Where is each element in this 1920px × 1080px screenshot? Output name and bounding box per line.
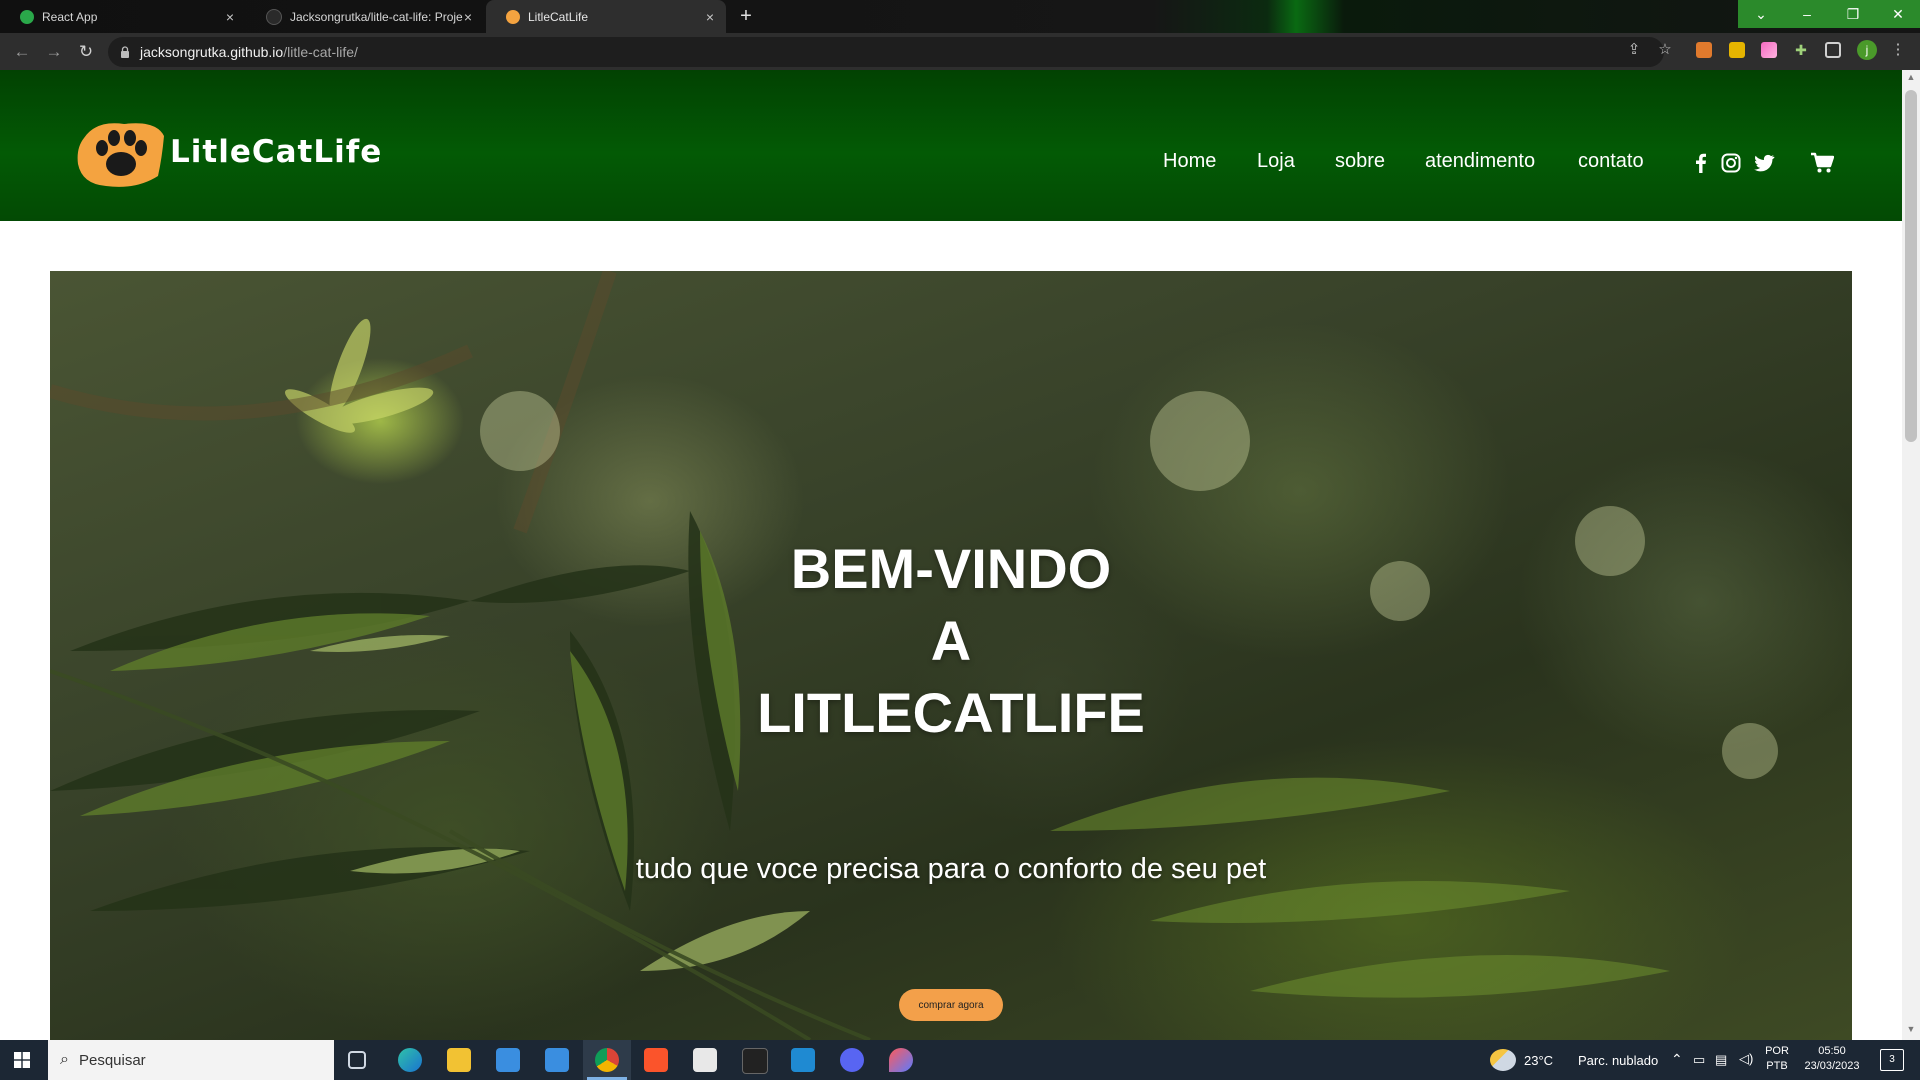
paw-logo-icon[interactable] [76, 118, 166, 190]
discord-icon[interactable] [840, 1048, 864, 1072]
terminal-app-icon[interactable] [693, 1048, 717, 1072]
windows-taskbar: ⌕ Pesquisar 23°C Parc. nublado ⌃ ▭ ▤ ◁) … [0, 1040, 1920, 1080]
hero-title-line: BEM-VINDO [790, 537, 1112, 600]
github-favicon-icon [266, 8, 282, 25]
tab-litlecatlife[interactable]: LitleCatLife × [486, 0, 726, 33]
microsoft-store-icon[interactable] [496, 1048, 520, 1072]
site-header: LitleCatLife Home Loja sobre atendimento… [0, 70, 1902, 221]
close-tab-icon[interactable]: × [226, 9, 234, 25]
input-language[interactable]: POR PTB [1762, 1045, 1792, 1072]
windows-start-icon[interactable] [14, 1052, 30, 1068]
tab-search-button[interactable]: ⌄ [1738, 0, 1784, 28]
clock-date: 23/03/2023 [1804, 1060, 1860, 1072]
cart-icon[interactable] [1810, 152, 1834, 174]
tab-label: Jacksongrutka/litle-cat-life: Proje [290, 9, 463, 24]
new-tab-button[interactable]: + [734, 5, 758, 29]
tray-device-icon[interactable]: ▭ [1693, 1052, 1705, 1068]
close-tab-icon[interactable]: × [464, 9, 472, 25]
taskbar-search-box[interactable]: ⌕ Pesquisar [48, 1040, 334, 1080]
drop-app-icon[interactable] [889, 1048, 913, 1072]
page-viewport: LitleCatLife Home Loja sobre atendimento… [0, 70, 1902, 1040]
tray-chevron-up-icon[interactable]: ⌃ [1671, 1051, 1683, 1068]
clock-time: 05:50 [1818, 1045, 1846, 1057]
tab-label: LitleCatLife [528, 9, 589, 24]
side-panel-icon[interactable] [1825, 42, 1841, 58]
nav-atendimento[interactable]: atendimento [1425, 150, 1535, 173]
forward-arrow-icon[interactable]: → [42, 40, 66, 64]
language-line: PTB [1766, 1060, 1788, 1072]
react-app-favicon-icon [20, 9, 34, 24]
notification-center-icon[interactable]: 3 [1880, 1049, 1904, 1071]
hero-title-line: LITLECATLIFE [757, 681, 1145, 744]
share-icon[interactable]: ⇪ [1624, 40, 1644, 60]
url-host: jacksongrutka.github.io [140, 44, 284, 60]
instagram-icon[interactable] [1720, 152, 1742, 174]
minimize-button[interactable]: – [1784, 0, 1830, 28]
scroll-down-arrow-icon[interactable]: ▼ [1905, 1024, 1917, 1038]
weather-cloud-sun-icon[interactable] [1490, 1049, 1516, 1071]
weather-temp[interactable]: 23°C [1524, 1053, 1553, 1068]
brand-name[interactable]: LitleCatLife [170, 134, 382, 170]
hero-title: BEM-VINDO A LITLECATLIFE [50, 533, 1852, 749]
mail-icon[interactable] [545, 1048, 569, 1072]
edge-browser-icon[interactable] [398, 1048, 422, 1072]
hero-subtitle: tudo que voce precisa para o conforto de… [635, 853, 1267, 885]
language-line: POR [1765, 1045, 1789, 1057]
extension-icon[interactable] [1729, 42, 1745, 58]
url-path: /litle-cat-life/ [283, 44, 358, 60]
nav-contato[interactable]: contato [1578, 150, 1644, 173]
tab-strip: React App × Jacksongrutka/litle-cat-life… [0, 0, 1920, 33]
facebook-icon[interactable] [1690, 152, 1712, 174]
search-placeholder: Pesquisar [78, 1051, 146, 1069]
reload-icon[interactable]: ↻ [74, 40, 98, 64]
address-bar[interactable]: jacksongrutka.github.io /litle-cat-life/ [108, 37, 1664, 67]
menu-kebab-icon[interactable]: ⋮ [1888, 40, 1908, 60]
puzzle-extensions-icon[interactable]: ✚ [1793, 42, 1809, 58]
chrome-icon[interactable] [595, 1048, 619, 1072]
profile-avatar[interactable]: j [1857, 40, 1877, 60]
buy-now-button[interactable]: comprar agora [899, 989, 1003, 1021]
volume-icon[interactable]: ◁) [1739, 1051, 1753, 1067]
extension-icon[interactable] [1761, 42, 1777, 58]
back-arrow-icon[interactable]: ← [10, 40, 34, 64]
notification-count: 3 [1889, 1054, 1895, 1065]
task-view-icon[interactable] [348, 1051, 366, 1069]
nav-home[interactable]: Home [1163, 150, 1216, 173]
weather-desc[interactable]: Parc. nublado [1578, 1053, 1658, 1068]
tab-github-repo[interactable]: Jacksongrutka/litle-cat-life: Proje × [246, 0, 484, 33]
network-icon[interactable]: ▤ [1715, 1052, 1727, 1068]
search-icon: ⌕ [60, 1051, 69, 1068]
scroll-up-arrow-icon[interactable]: ▲ [1905, 72, 1917, 86]
terminal-app-icon[interactable] [742, 1048, 768, 1074]
close-window-button[interactable]: ✕ [1876, 0, 1920, 28]
close-tab-icon[interactable]: × [706, 9, 714, 25]
nav-loja[interactable]: Loja [1257, 150, 1295, 173]
clock[interactable]: 05:50 23/03/2023 [1796, 1045, 1868, 1072]
restore-button[interactable]: ❐ [1830, 0, 1876, 28]
bookmark-star-icon[interactable]: ☆ [1655, 40, 1675, 60]
lock-icon [121, 46, 129, 58]
vscode-icon[interactable] [791, 1048, 815, 1072]
scrollbar-thumb[interactable] [1905, 90, 1917, 442]
tab-label: React App [42, 9, 98, 24]
cat-paw-favicon-icon [506, 9, 520, 24]
brave-browser-icon[interactable] [644, 1048, 668, 1072]
nav-sobre[interactable]: sobre [1335, 150, 1385, 173]
browser-toolbar: ← → ↻ jacksongrutka.github.io /litle-cat… [0, 33, 1920, 70]
hero-banner: BEM-VINDO A LITLECATLIFE tudo que voce p… [50, 271, 1852, 1040]
metamask-extension-icon[interactable] [1696, 42, 1712, 58]
tab-react-app[interactable]: React App × [0, 0, 246, 33]
file-explorer-icon[interactable] [447, 1048, 471, 1072]
hero-title-line: A [930, 609, 972, 672]
twitter-icon[interactable] [1753, 152, 1775, 174]
